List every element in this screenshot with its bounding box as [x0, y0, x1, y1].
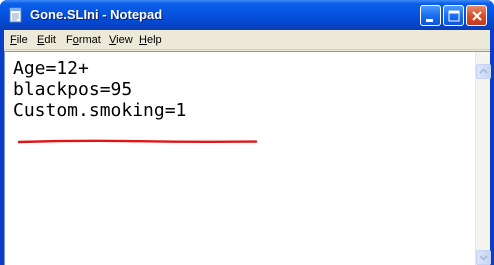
scroll-up-arrow-icon [479, 68, 488, 74]
red-underline-annotation [18, 139, 257, 144]
notepad-icon [9, 7, 22, 23]
menu-view[interactable]: View [109, 33, 133, 47]
text-line: Custom.smoking=1 [13, 100, 187, 121]
client-area: File Edit Format View Help Age=12+ black… [4, 30, 491, 265]
text-line: blackpos=95 [13, 79, 133, 100]
text-editor[interactable]: Age=12+ blackpos=95 Custom.smoking=1 [4, 51, 491, 265]
menu-help-accel: H [139, 34, 147, 46]
vertical-scrollbar[interactable] [475, 52, 491, 265]
text-line: Age=12+ [13, 58, 89, 79]
menu-format-label: rmat [78, 34, 101, 46]
menu-format-prefix: F [66, 34, 73, 46]
maximize-button[interactable] [443, 5, 464, 26]
menu-help[interactable]: Help [139, 33, 162, 47]
menu-help-label: elp [146, 34, 162, 46]
document-text[interactable]: Age=12+ blackpos=95 Custom.smoking=1 [13, 58, 186, 121]
menu-file-label: ile [16, 34, 28, 46]
title-bar[interactable]: Gone.SLIni - Notepad [0, 0, 494, 30]
menu-file-accel: F [10, 34, 17, 46]
minimize-icon [426, 19, 433, 22]
minimize-button[interactable] [420, 5, 441, 26]
scroll-down-arrow-icon [479, 255, 488, 261]
menu-file[interactable]: File [10, 33, 28, 47]
notepad-window: Gone.SLIni - Notepad File Edit Format Vi… [0, 0, 494, 265]
menu-edit-label: dit [44, 34, 56, 46]
menu-edit[interactable]: Edit [37, 33, 56, 47]
scroll-up-button[interactable] [476, 64, 491, 79]
close-button[interactable] [466, 5, 487, 26]
close-icon [472, 11, 482, 21]
menu-format[interactable]: Format [66, 33, 101, 47]
menu-view-label: iew [116, 34, 133, 46]
window-title: Gone.SLIni - Notepad [30, 7, 163, 22]
maximize-icon [448, 10, 460, 22]
menu-bar: File Edit Format View Help [4, 30, 490, 50]
scroll-down-button[interactable] [476, 250, 491, 265]
